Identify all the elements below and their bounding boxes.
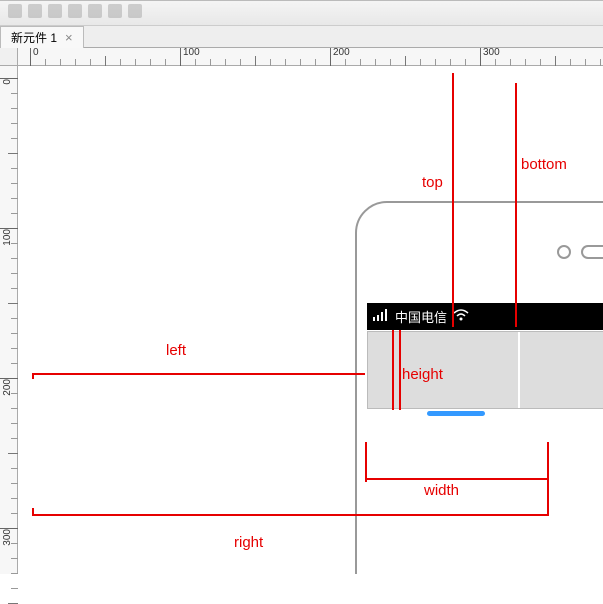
toolbar-button-icon[interactable]: [8, 4, 22, 18]
close-icon[interactable]: ×: [65, 31, 73, 44]
guide-right-line: [32, 514, 547, 516]
ruler-h-label: 300: [483, 47, 500, 58]
ruler-vertical[interactable]: 0100200300: [0, 66, 18, 574]
guide-left-cap: [32, 373, 34, 379]
toolbar-button-icon[interactable]: [28, 4, 42, 18]
guide-top-line: [452, 73, 454, 327]
toolbar-button-icon[interactable]: [68, 4, 82, 18]
ruler-corner: [0, 48, 18, 66]
ruler-v-label: 0: [2, 79, 13, 85]
guide-width-cap-l: [365, 442, 367, 482]
annotation-left: left: [166, 342, 186, 359]
annotation-right: right: [234, 534, 263, 551]
annotation-height: height: [402, 366, 443, 383]
speaker-icon: [581, 245, 603, 259]
wifi-icon: [453, 309, 469, 324]
signal-icon: [373, 309, 389, 324]
document-tab[interactable]: 新元件 1 ×: [0, 26, 84, 48]
page-indicator: [427, 411, 485, 416]
app-toolbar: [0, 0, 603, 26]
guide-right-cap: [32, 508, 34, 516]
toolbar-button-icon[interactable]: [108, 4, 122, 18]
guide-height-left: [392, 330, 394, 410]
toolbar-button-icon[interactable]: [88, 4, 102, 18]
annotation-width: width: [424, 482, 459, 499]
annotation-top: top: [422, 174, 443, 191]
canvas[interactable]: 中国电信 top bottom left right he: [18, 66, 603, 574]
toolbar-button-icon[interactable]: [128, 4, 142, 18]
phone-status-bar: 中国电信: [367, 303, 603, 330]
guide-right-cap2: [547, 442, 549, 516]
editor-area: 0100200300400 0100200300 中国电信: [0, 48, 603, 574]
content-cell[interactable]: [368, 332, 518, 408]
tab-bar: 新元件 1 ×: [0, 26, 603, 48]
camera-icon: [557, 245, 571, 259]
guide-bottom-line: [515, 83, 517, 327]
content-cell[interactable]: [520, 332, 603, 408]
ruler-h-label: 0: [33, 47, 39, 58]
carrier-label: 中国电信: [395, 307, 447, 326]
tab-label: 新元件 1: [11, 29, 57, 46]
guide-height-right: [399, 330, 401, 410]
annotation-bottom: bottom: [521, 156, 567, 173]
toolbar-icons: [0, 0, 603, 22]
ruler-horizontal[interactable]: 0100200300400: [18, 48, 603, 66]
ruler-h-label: 200: [333, 47, 350, 58]
guide-left-line: [32, 373, 365, 375]
guide-width-line: [365, 478, 547, 480]
ruler-h-label: 100: [183, 47, 200, 58]
toolbar-button-icon[interactable]: [48, 4, 62, 18]
